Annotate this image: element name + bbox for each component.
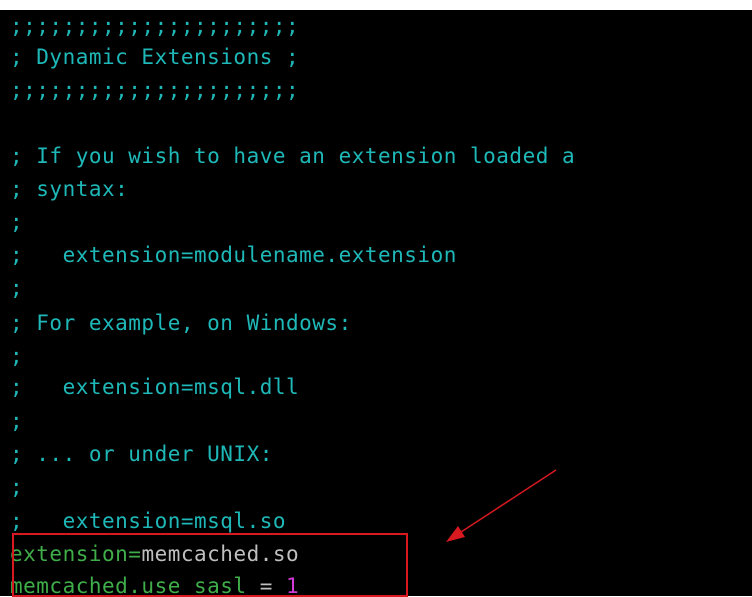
comment-line: ; — [10, 475, 24, 499]
comment-line: ; — [10, 276, 24, 300]
comment-line: ; extension=msql.dll — [10, 375, 300, 399]
comment-line: ; ... or under UNIX: — [10, 442, 273, 466]
comment-line: ; extension=msql.so — [10, 509, 287, 533]
comment-line: ; — [10, 409, 24, 433]
comment-line: ; For example, on Windows: — [10, 311, 352, 335]
comment-line: ; syntax: — [10, 177, 129, 201]
comment-line: ;;;;;;;;;;;;;;;;;;;;;; — [10, 78, 300, 102]
comment-line: ; — [10, 210, 24, 234]
terminal-window[interactable]: ;;;;;;;;;;;;;;;;;;;;;; ; Dynamic Extensi… — [0, 10, 752, 596]
comment-line: ; If you wish to have an extension loade… — [10, 144, 576, 168]
comment-line: ;;;;;;;;;;;;;;;;;;;;;; — [10, 14, 300, 38]
highlight-box — [12, 533, 408, 597]
comment-line: ; — [10, 344, 24, 368]
comment-line: ; extension=modulename.extension — [10, 243, 457, 267]
comment-line: ; Dynamic Extensions ; — [10, 45, 300, 69]
